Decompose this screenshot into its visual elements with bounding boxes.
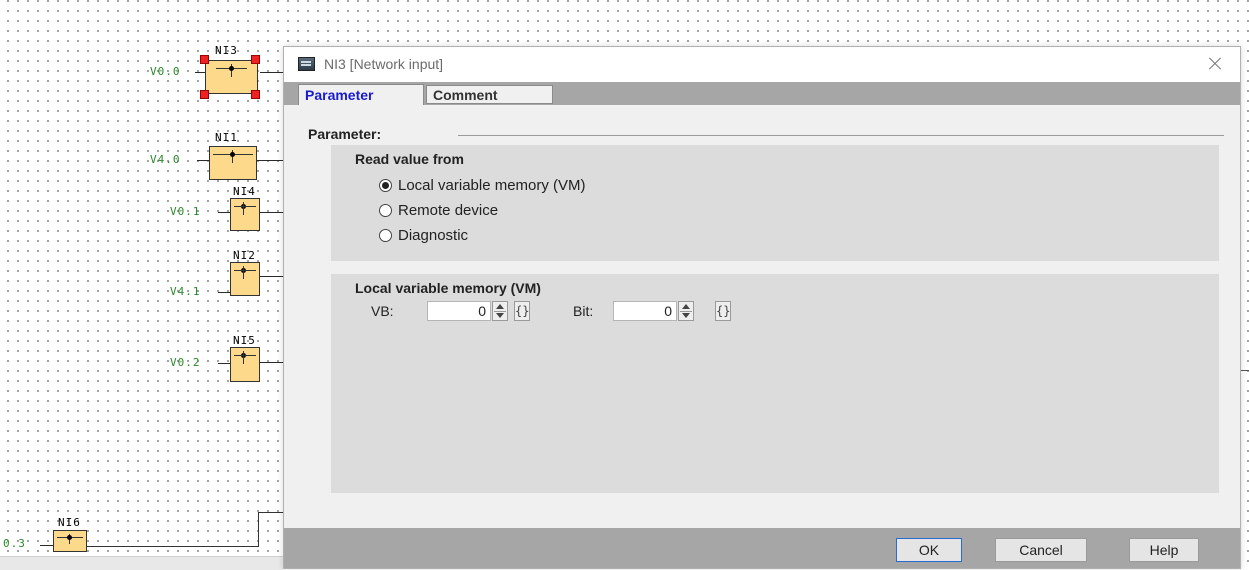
vb-browse-button[interactable]: {} bbox=[514, 301, 530, 321]
vb-spinner[interactable] bbox=[492, 301, 508, 321]
radio-unchecked-icon[interactable] bbox=[379, 204, 392, 217]
ok-button[interactable]: OK bbox=[896, 538, 962, 562]
bit-spinner[interactable] bbox=[678, 301, 694, 321]
resize-handle[interactable] bbox=[251, 90, 260, 99]
connection-wire bbox=[87, 546, 259, 547]
block-title: NI6 bbox=[58, 516, 81, 529]
close-icon[interactable] bbox=[1204, 53, 1226, 75]
radio-label: Local variable memory (VM) bbox=[398, 177, 586, 194]
bit-label: Bit: bbox=[573, 303, 594, 319]
app-icon bbox=[298, 57, 315, 71]
bit-browse-button[interactable]: {} bbox=[715, 301, 731, 321]
tab-strip: Parameter Comment bbox=[284, 82, 1240, 105]
connection-wire bbox=[1241, 370, 1249, 371]
group-title: Read value from bbox=[355, 151, 464, 167]
block-title: NI2 bbox=[233, 249, 256, 262]
radio-label: Diagnostic bbox=[398, 227, 469, 244]
section-label: Parameter: bbox=[308, 126, 382, 142]
vb-input[interactable]: 0 bbox=[427, 301, 491, 321]
block-address-label: 0.3 bbox=[3, 537, 26, 550]
dialog-titlebar[interactable]: NI3 [Network input] bbox=[284, 47, 1240, 82]
horizontal-scrollbar[interactable] bbox=[0, 556, 283, 570]
bit-input[interactable]: 0 bbox=[613, 301, 677, 321]
local-vm-group: Local variable memory (VM) VB: 0 {} Bit:… bbox=[331, 274, 1219, 493]
block-address-label: V0.2 bbox=[170, 356, 201, 369]
tab-parameter[interactable]: Parameter bbox=[298, 84, 424, 105]
read-value-group: Read value from Local variable memory (V… bbox=[331, 145, 1219, 261]
group-title: Local variable memory (VM) bbox=[355, 280, 541, 296]
help-button[interactable]: Help bbox=[1129, 538, 1199, 562]
radio-diagnostic[interactable]: Diagnostic bbox=[379, 227, 468, 244]
tab-comment[interactable]: Comment bbox=[426, 85, 553, 104]
dialog-footer: OK Cancel Help bbox=[284, 528, 1240, 568]
vb-label: VB: bbox=[371, 303, 394, 319]
resize-handle[interactable] bbox=[200, 55, 209, 64]
block-title: NI1 bbox=[215, 131, 238, 144]
block-title: NI4 bbox=[233, 185, 256, 198]
block-address-label: V0.0 bbox=[150, 65, 181, 78]
block-address-label: V4.0 bbox=[150, 153, 181, 166]
resize-handle[interactable] bbox=[200, 90, 209, 99]
radio-checked-icon[interactable] bbox=[379, 179, 392, 192]
radio-local-vm[interactable]: Local variable memory (VM) bbox=[379, 177, 586, 194]
cancel-button[interactable]: Cancel bbox=[995, 538, 1087, 562]
block-title: NI3 bbox=[215, 44, 238, 57]
block-title: NI5 bbox=[233, 334, 256, 347]
radio-unchecked-icon[interactable] bbox=[379, 229, 392, 242]
block-address-label: V0.1 bbox=[170, 205, 201, 218]
block-address-label: V4.1 bbox=[170, 285, 201, 298]
connection-wire bbox=[258, 512, 283, 513]
connection-wire bbox=[258, 512, 259, 547]
radio-label: Remote device bbox=[398, 202, 499, 219]
resize-handle[interactable] bbox=[251, 55, 260, 64]
radio-remote-device[interactable]: Remote device bbox=[379, 202, 498, 219]
network-input-dialog: NI3 [Network input] Parameter Comment Pa… bbox=[283, 46, 1241, 569]
dialog-title: NI3 [Network input] bbox=[324, 56, 444, 72]
divider bbox=[458, 135, 1224, 136]
